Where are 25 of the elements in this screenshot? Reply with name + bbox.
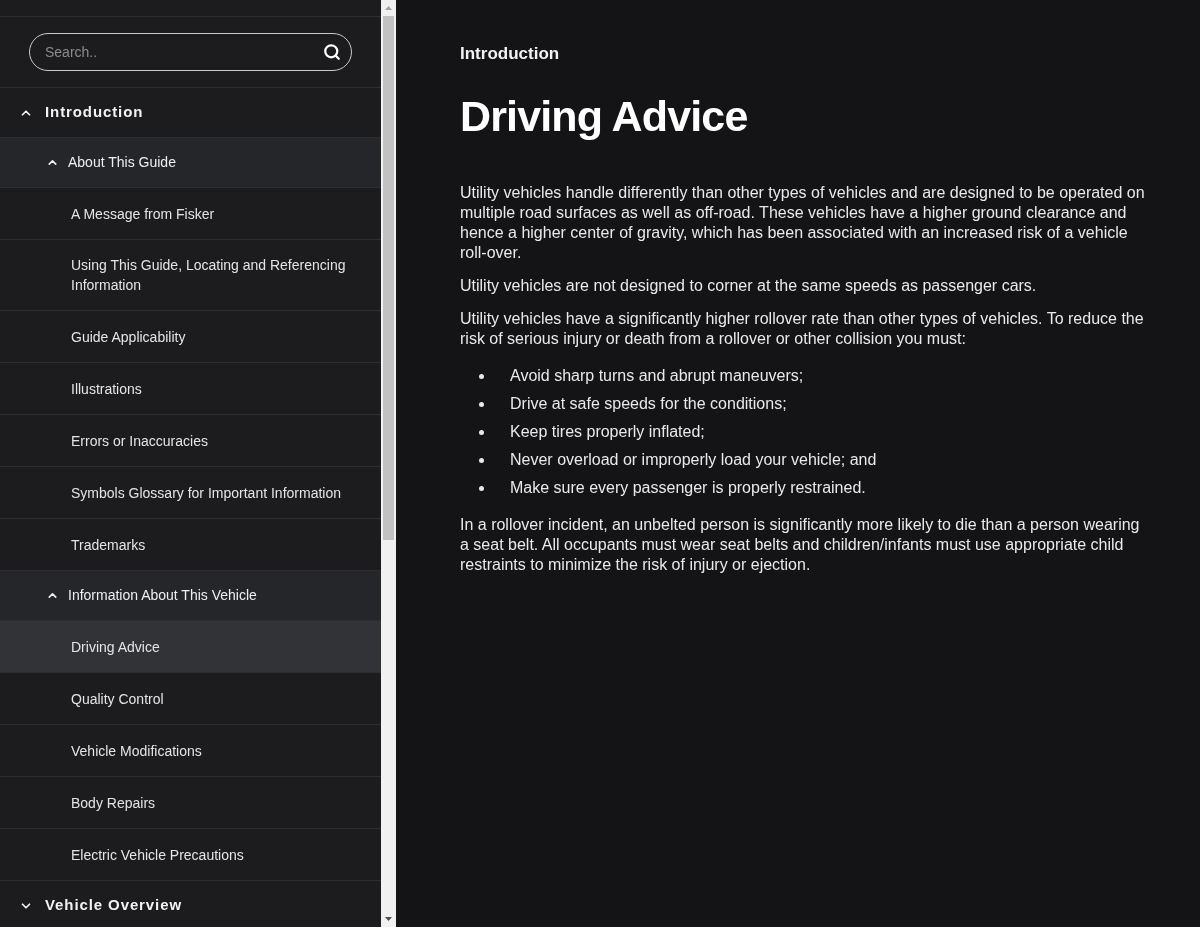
bullet-text: Drive at safe speeds for the conditions; <box>510 394 787 414</box>
body-paragraph: Utility vehicles are not designed to corner at the same speeds as passenger cars. <box>460 276 1038 296</box>
bullet-text: Never overload or improperly load your vehicle; and <box>510 450 877 470</box>
bullet-icon <box>479 401 484 407</box>
scroll-down-icon[interactable] <box>385 917 392 921</box>
bullet-icon <box>479 373 484 379</box>
nav-item[interactable]: Driving Advice <box>0 621 381 673</box>
bullet-icon <box>479 457 484 463</box>
bullet-icon <box>479 485 484 491</box>
search-icon[interactable] <box>323 43 341 61</box>
nav-subsection[interactable]: Information About This Vehicle <box>0 571 381 621</box>
page-title: Driving Advice <box>460 92 749 140</box>
scroll-up-icon[interactable] <box>385 6 392 10</box>
bullet-text: Keep tires properly inflated; <box>510 422 705 442</box>
scrollbar-thumb[interactable] <box>383 16 394 540</box>
bullet-text: Avoid sharp turns and abrupt maneuvers; <box>510 366 804 386</box>
search-field[interactable]: Search.. <box>29 33 352 71</box>
bullet-text: Make sure every passenger is properly restrained. <box>510 478 866 498</box>
body-paragraph: In a rollover incident, an unbelted person is significantly more likely to die than a person wearing a seat belt. All occupants must wear seat belts and children/infants must use appropriate child restraints to minimize the risk of injury or ejection. <box>460 515 1141 575</box>
body-paragraph: Utility vehicles handle differently than other types of vehicles and are designed to be operated on multiple road surfaces as well as off-road. These vehicles have a higher ground clearance and hence a higher center of gravity, which has been associated with an increased risk of a vehicle roll-over. <box>460 183 1146 263</box>
bullet-icon <box>479 429 484 435</box>
body-paragraph: Utility vehicles have a significantly higher rollover rate than other types of vehicles. To reduce the risk of serious injury or death from a rollover or other collision you must: <box>460 309 1145 349</box>
breadcrumb: Introduction <box>460 44 561 64</box>
scrollbar-track[interactable] <box>381 0 396 927</box>
nav-subsection[interactable]: About This Guide <box>0 138 381 188</box>
